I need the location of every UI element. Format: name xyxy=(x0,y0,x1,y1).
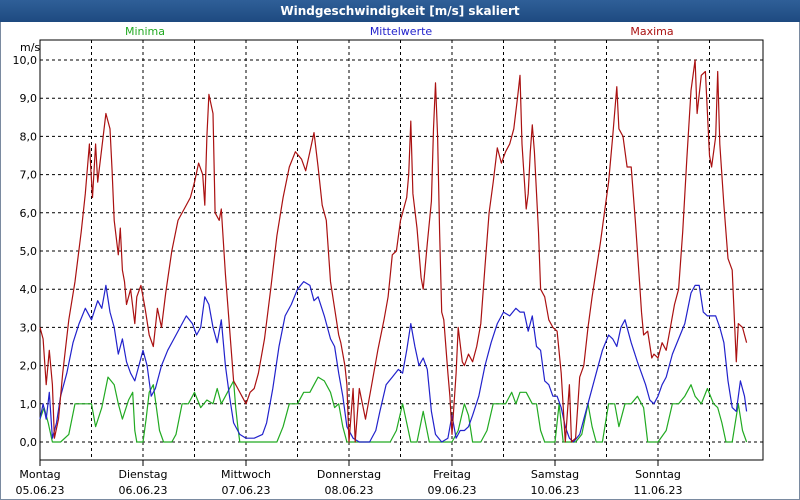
x-tick-weekday: Mittwoch xyxy=(221,468,271,481)
y-axis-label: m/s xyxy=(20,41,40,54)
x-tick-date: 09.06.23 xyxy=(428,484,477,497)
x-tick-weekday: Sonntag xyxy=(635,468,681,481)
x-tick-date: 05.06.23 xyxy=(16,484,65,497)
y-tick-label: 3,0 xyxy=(20,321,38,334)
x-tick-date: 08.06.23 xyxy=(325,484,374,497)
series-line-minima xyxy=(39,376,748,443)
x-tick-date: 06.06.23 xyxy=(119,484,168,497)
legend-maxima: Maxima xyxy=(630,25,673,38)
wind-speed-chart: 0,0 1,0 2,0 3,0 4,0 5,0 6,0 7,0 8,0 9,0 10,0 Monta… xyxy=(13,25,764,497)
x-tick-weekday: Montag xyxy=(19,468,60,481)
y-tick-label: 8,0 xyxy=(20,130,38,143)
y-tick-label: 6,0 xyxy=(20,207,38,220)
y-tick-labels: 0,0 1,0 2,0 3,0 4,0 5,0 6,0 7,0 8,0 9,0 10,0 xyxy=(13,54,38,449)
x-tick-date: 07.06.23 xyxy=(222,484,271,497)
y-tick-label: 0,0 xyxy=(20,436,38,449)
x-tick-labels: Montag 05.06.23 Dienstag 06.06.23 Mittwoch 07… xyxy=(16,460,683,497)
y-tick-label: 5,0 xyxy=(20,245,38,258)
x-tick-weekday: Donnerstag xyxy=(317,468,381,481)
legend-minima: Minima xyxy=(125,25,165,38)
y-tick-label: 1,0 xyxy=(20,398,38,411)
y-tick-label: 10,0 xyxy=(13,54,38,67)
x-tick-date: 10.06.23 xyxy=(531,484,580,497)
y-tick-label: 4,0 xyxy=(20,283,38,296)
x-tick-date: 11.06.23 xyxy=(634,484,683,497)
y-tick-label: 9,0 xyxy=(20,92,38,105)
y-tick-label: 7,0 xyxy=(20,169,38,182)
y-tick-label: 2,0 xyxy=(20,360,38,373)
x-tick-weekday: Samstag xyxy=(531,468,579,481)
x-tick-weekday: Dienstag xyxy=(118,468,167,481)
x-tick-weekday: Freitag xyxy=(433,468,471,481)
legend-mittelwerte: Mittelwerte xyxy=(370,25,433,38)
